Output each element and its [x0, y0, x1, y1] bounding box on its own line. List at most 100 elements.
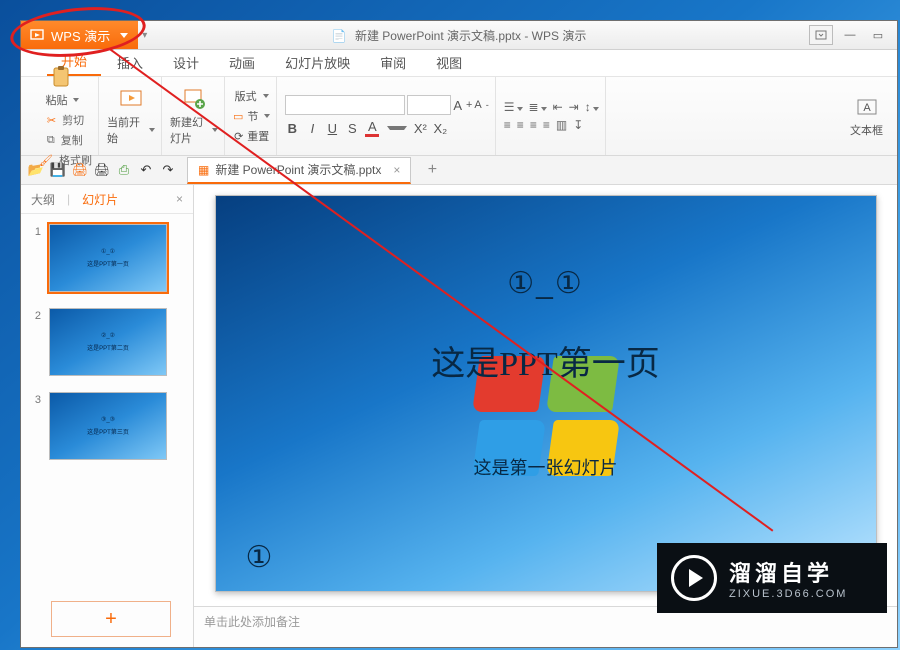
text-direction-button[interactable]: ↧	[573, 118, 583, 132]
close-tab-icon[interactable]: ×	[393, 163, 400, 177]
thumbnail-3[interactable]: 3 ③_③ 这是PPT第三页	[29, 392, 185, 460]
dropdown-icon	[120, 33, 128, 38]
cut-button[interactable]: ✂剪切	[47, 112, 84, 128]
font-color-button[interactable]: A	[365, 119, 379, 137]
align-left-button[interactable]: ≡	[504, 118, 511, 132]
watermark-line1: 溜溜自学	[729, 556, 847, 588]
presentation-file-icon: ▦	[198, 163, 209, 177]
minimize-button[interactable]: —	[839, 26, 861, 44]
current-slide[interactable]: ①_① 这是PPT第一页 这是第一张幻灯片 ①	[215, 195, 877, 592]
thumb-line2: 这是PPT第三页	[87, 427, 129, 436]
redo-icon[interactable]: ↷	[159, 161, 177, 179]
thumbnail-1[interactable]: 1 ①_①这是PPT第一页	[29, 224, 185, 292]
italic-button[interactable]: I	[305, 121, 319, 136]
tab-design[interactable]: 设计	[159, 49, 213, 76]
line-spacing-button[interactable]: ↕	[585, 100, 599, 114]
new-tab-button[interactable]: +	[423, 161, 441, 179]
add-slide-button[interactable]: +	[51, 601, 171, 637]
play-slide-icon	[118, 86, 144, 112]
slides-tab[interactable]: 幻灯片	[82, 191, 118, 208]
align-justify-button[interactable]: ≡	[543, 118, 550, 132]
textbox-button[interactable]: A 文本框	[850, 94, 883, 138]
reset-icon: ⟳	[234, 130, 243, 143]
print-direct-icon[interactable]: 🖨	[71, 161, 89, 179]
slide-title-1[interactable]: ①_①	[216, 266, 876, 301]
open-icon[interactable]: 📂	[27, 161, 45, 179]
from-current-button[interactable]: 当前开始	[107, 86, 155, 146]
thumb-line1: ③_③	[101, 416, 115, 423]
window-title: 📄 新建 PowerPoint 演示文稿.pptx - WPS 演示	[21, 27, 897, 44]
tab-view[interactable]: 视图	[422, 49, 476, 76]
section-button[interactable]: ▭节	[233, 108, 270, 124]
window-title-text: 新建 PowerPoint 演示文稿.pptx - WPS 演示	[355, 29, 586, 43]
textbox-icon: A	[854, 94, 880, 120]
layout-button[interactable]: 版式	[235, 88, 269, 104]
slide-subtitle[interactable]: 这是第一张幻灯片	[216, 454, 876, 480]
more-icon[interactable]: ▾	[142, 30, 152, 41]
tab-review[interactable]: 审阅	[366, 49, 420, 76]
tab-animation[interactable]: 动画	[215, 49, 269, 76]
copy-icon: ⧉	[47, 134, 55, 147]
indent-increase-button[interactable]: ⇥	[569, 100, 579, 114]
thumb-number: 2	[29, 308, 41, 376]
wps-menu-label: WPS 演示	[51, 26, 110, 45]
thumb-line1: ①_①	[101, 248, 115, 255]
outline-tab[interactable]: 大纲	[31, 191, 55, 208]
ribbon-tabbar: 开始 插入 设计 动画 幻灯片放映 审阅 视图	[21, 50, 897, 77]
thumb-line1: ②_②	[101, 332, 115, 339]
paste-button[interactable]: 粘贴	[38, 64, 86, 108]
document-tab[interactable]: ▦ 新建 PowerPoint 演示文稿.pptx ×	[187, 157, 411, 184]
bold-button[interactable]: B	[285, 121, 299, 136]
quick-access-bar: 📂 💾 🖨 🖨 ⎙ ↶ ↷ ▦ 新建 PowerPoint 演示文稿.pptx …	[21, 156, 897, 186]
close-panel-icon[interactable]: ×	[176, 192, 183, 206]
options-button[interactable]	[809, 25, 833, 45]
wps-menu-button[interactable]: WPS 演示	[21, 21, 138, 49]
superscript-button[interactable]: X²	[413, 121, 427, 136]
thumbnail-2[interactable]: 2 ②_②这是PPT第二页	[29, 308, 185, 376]
bullets-button[interactable]: ☰	[504, 100, 523, 114]
new-slide-button[interactable]: 新建幻灯片	[170, 86, 218, 146]
textbox-label: 文本框	[850, 122, 883, 138]
tab-insert[interactable]: 插入	[103, 49, 157, 76]
reset-button[interactable]: ⟳重置	[234, 128, 269, 144]
export-icon[interactable]: ⎙	[115, 161, 133, 179]
numbering-button[interactable]: ≣	[529, 100, 547, 114]
watermark-badge: 溜溜自学 ZIXUE.3D66.COM	[657, 543, 887, 613]
tab-slideshow[interactable]: 幻灯片放映	[271, 49, 364, 76]
new-slide-label: 新建幻灯片	[170, 114, 206, 146]
watermark-line2: ZIXUE.3D66.COM	[729, 588, 847, 600]
save-icon[interactable]: 💾	[49, 161, 67, 179]
increase-font-button[interactable]: A+	[453, 95, 472, 115]
cut-label: 剪切	[62, 112, 84, 128]
play-circle-icon	[671, 555, 717, 601]
font-color-dropdown-icon[interactable]	[387, 126, 407, 130]
svg-text:A: A	[863, 102, 871, 114]
subscript-button[interactable]: X₂	[433, 121, 447, 136]
align-center-button[interactable]: ≡	[517, 118, 524, 132]
layout-label: 版式	[235, 88, 257, 104]
font-size-input[interactable]	[407, 95, 451, 115]
align-right-button[interactable]: ≡	[530, 118, 537, 132]
undo-icon[interactable]: ↶	[137, 161, 155, 179]
thumb-number: 3	[29, 392, 41, 460]
underline-button[interactable]: U	[325, 121, 339, 136]
ribbon: 粘贴 ✂剪切 ⧉复制 🖌格式刷 当前开始 新建幻灯片 版式 ▭节	[21, 77, 897, 156]
font-name-input[interactable]	[285, 95, 405, 115]
strike-button[interactable]: S	[345, 121, 359, 136]
tab-separator: |	[67, 192, 70, 206]
restore-button[interactable]: ▭	[867, 26, 889, 44]
slide-panel: 大纲 | 幻灯片 × 1 ①_①这是PPT第一页 2 ②_②这是PPT第二页 3…	[21, 185, 194, 647]
copy-label: 复制	[61, 132, 83, 148]
indent-decrease-button[interactable]: ⇤	[553, 100, 563, 114]
print-preview-icon[interactable]: 🖨	[93, 161, 111, 179]
menu-arrow-icon	[815, 30, 827, 40]
thumbnail-list: 1 ①_①这是PPT第一页 2 ②_②这是PPT第二页 3 ③_③这是PPT第三…	[21, 214, 193, 595]
section-icon: ▭	[233, 110, 243, 123]
copy-button[interactable]: ⧉ 复制	[47, 132, 84, 148]
slide-title-2[interactable]: 这是PPT第一页	[216, 336, 876, 385]
decrease-font-button[interactable]: A-	[474, 95, 488, 115]
columns-button[interactable]: ▥	[556, 118, 567, 132]
from-current-label: 当前开始	[107, 114, 143, 146]
thumb-line2: 这是PPT第一页	[87, 259, 129, 268]
document-tab-label: 新建 PowerPoint 演示文稿.pptx	[215, 161, 381, 178]
